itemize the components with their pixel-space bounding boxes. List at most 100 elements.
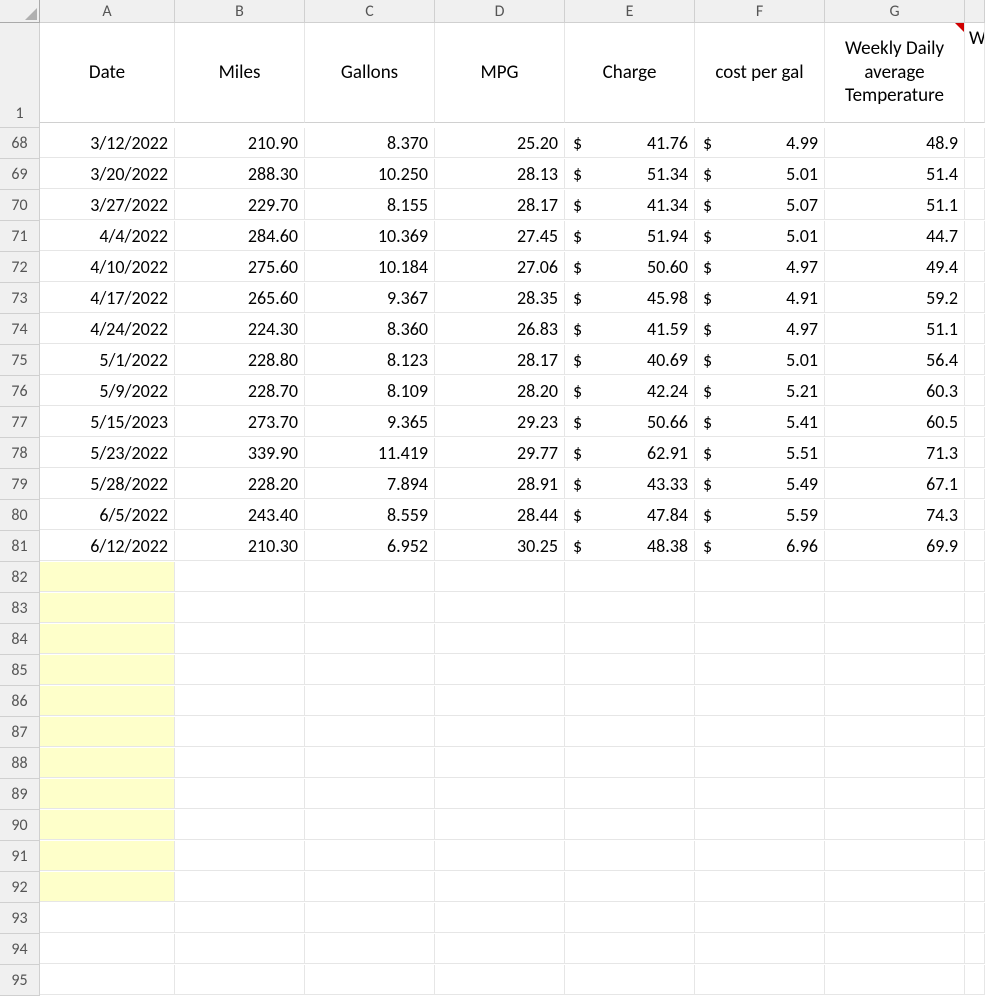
cell-cpg[interactable]: $6.96: [695, 531, 825, 561]
cell-mpg[interactable]: 29.77: [435, 438, 565, 468]
row-header-82[interactable]: 82: [0, 562, 40, 593]
row-header-74[interactable]: 74: [0, 314, 40, 345]
spreadsheet-grid[interactable]: ABCDEFG1DateMilesGallonsMPGChargecost pe…: [0, 0, 1002, 996]
empty-cell[interactable]: [40, 562, 175, 592]
row-header-81[interactable]: 81: [0, 531, 40, 562]
cell-miles[interactable]: 210.30: [175, 531, 305, 561]
row-header-77[interactable]: 77: [0, 407, 40, 438]
cell-miles[interactable]: 265.60: [175, 283, 305, 313]
empty-cell[interactable]: [825, 717, 965, 747]
empty-cell[interactable]: [695, 624, 825, 654]
empty-cell[interactable]: [695, 593, 825, 623]
empty-cell[interactable]: [965, 841, 985, 871]
header-B[interactable]: Miles: [175, 23, 305, 123]
empty-cell[interactable]: [40, 872, 175, 902]
empty-cell[interactable]: [175, 562, 305, 592]
empty-cell[interactable]: [965, 686, 985, 716]
empty-cell[interactable]: [175, 841, 305, 871]
cell-charge[interactable]: $51.94: [565, 221, 695, 251]
cell-gallons[interactable]: 8.370: [305, 128, 435, 158]
empty-cell[interactable]: [435, 779, 565, 809]
empty-cell[interactable]: [695, 655, 825, 685]
row-header-89[interactable]: 89: [0, 779, 40, 810]
empty-cell[interactable]: [40, 779, 175, 809]
empty-cell[interactable]: [435, 810, 565, 840]
empty-cell[interactable]: [965, 252, 985, 282]
cell-mpg[interactable]: 28.17: [435, 190, 565, 220]
cell-miles[interactable]: 228.70: [175, 376, 305, 406]
empty-cell[interactable]: [965, 562, 985, 592]
cell-date[interactable]: 4/17/2022: [40, 283, 175, 313]
cell-mpg[interactable]: 28.20: [435, 376, 565, 406]
empty-cell[interactable]: [175, 779, 305, 809]
cell-date[interactable]: 6/12/2022: [40, 531, 175, 561]
empty-cell[interactable]: [565, 934, 695, 964]
empty-cell[interactable]: [175, 624, 305, 654]
column-header-D[interactable]: D: [435, 0, 565, 23]
empty-cell[interactable]: [40, 624, 175, 654]
cell-charge[interactable]: $41.76: [565, 128, 695, 158]
empty-cell[interactable]: [965, 717, 985, 747]
empty-cell[interactable]: [40, 841, 175, 871]
cell-charge[interactable]: $51.34: [565, 159, 695, 189]
cell-charge[interactable]: $50.66: [565, 407, 695, 437]
cell-miles[interactable]: 284.60: [175, 221, 305, 251]
row-header-70[interactable]: 70: [0, 190, 40, 221]
cell-mpg[interactable]: 30.25: [435, 531, 565, 561]
cell-miles[interactable]: 229.70: [175, 190, 305, 220]
cell-temp[interactable]: 49.4: [825, 252, 965, 282]
column-header-B[interactable]: B: [175, 0, 305, 23]
empty-cell[interactable]: [175, 934, 305, 964]
cell-miles[interactable]: 210.90: [175, 128, 305, 158]
cell-date[interactable]: 4/4/2022: [40, 221, 175, 251]
cell-temp[interactable]: 69.9: [825, 531, 965, 561]
cell-miles[interactable]: 273.70: [175, 407, 305, 437]
empty-cell[interactable]: [565, 872, 695, 902]
cell-date[interactable]: 5/15/2023: [40, 407, 175, 437]
row-header-69[interactable]: 69: [0, 159, 40, 190]
empty-cell[interactable]: [965, 283, 985, 313]
empty-cell[interactable]: [40, 965, 175, 995]
cell-temp[interactable]: 67.1: [825, 469, 965, 499]
cell-date[interactable]: 3/27/2022: [40, 190, 175, 220]
empty-cell[interactable]: [175, 872, 305, 902]
cell-gallons[interactable]: 8.123: [305, 345, 435, 375]
empty-cell[interactable]: [825, 872, 965, 902]
row-header-84[interactable]: 84: [0, 624, 40, 655]
empty-cell[interactable]: [565, 562, 695, 592]
row-header-79[interactable]: 79: [0, 469, 40, 500]
empty-cell[interactable]: [305, 810, 435, 840]
empty-cell[interactable]: [305, 903, 435, 933]
row-header-78[interactable]: 78: [0, 438, 40, 469]
empty-cell[interactable]: [695, 779, 825, 809]
empty-cell[interactable]: [565, 655, 695, 685]
cell-cpg[interactable]: $4.97: [695, 252, 825, 282]
empty-cell[interactable]: [40, 686, 175, 716]
empty-cell[interactable]: [965, 810, 985, 840]
column-header-G[interactable]: G: [825, 0, 965, 23]
empty-cell[interactable]: [175, 903, 305, 933]
cell-date[interactable]: 3/20/2022: [40, 159, 175, 189]
cell-charge[interactable]: $42.24: [565, 376, 695, 406]
cell-cpg[interactable]: $5.41: [695, 407, 825, 437]
cell-charge[interactable]: $48.38: [565, 531, 695, 561]
cell-mpg[interactable]: 28.35: [435, 283, 565, 313]
empty-cell[interactable]: [305, 934, 435, 964]
empty-cell[interactable]: [825, 655, 965, 685]
cell-charge[interactable]: $43.33: [565, 469, 695, 499]
empty-cell[interactable]: [965, 655, 985, 685]
cell-gallons[interactable]: 7.894: [305, 469, 435, 499]
empty-cell[interactable]: [305, 686, 435, 716]
cell-temp[interactable]: 74.3: [825, 500, 965, 530]
empty-cell[interactable]: [565, 748, 695, 778]
cell-mpg[interactable]: 28.17: [435, 345, 565, 375]
column-header-C[interactable]: C: [305, 0, 435, 23]
cell-temp[interactable]: 56.4: [825, 345, 965, 375]
cell-cpg[interactable]: $4.91: [695, 283, 825, 313]
header-E[interactable]: Charge: [565, 23, 695, 123]
cell-mpg[interactable]: 28.91: [435, 469, 565, 499]
cell-date[interactable]: 4/10/2022: [40, 252, 175, 282]
empty-cell[interactable]: [305, 965, 435, 995]
empty-cell[interactable]: [965, 531, 985, 561]
empty-cell[interactable]: [965, 624, 985, 654]
